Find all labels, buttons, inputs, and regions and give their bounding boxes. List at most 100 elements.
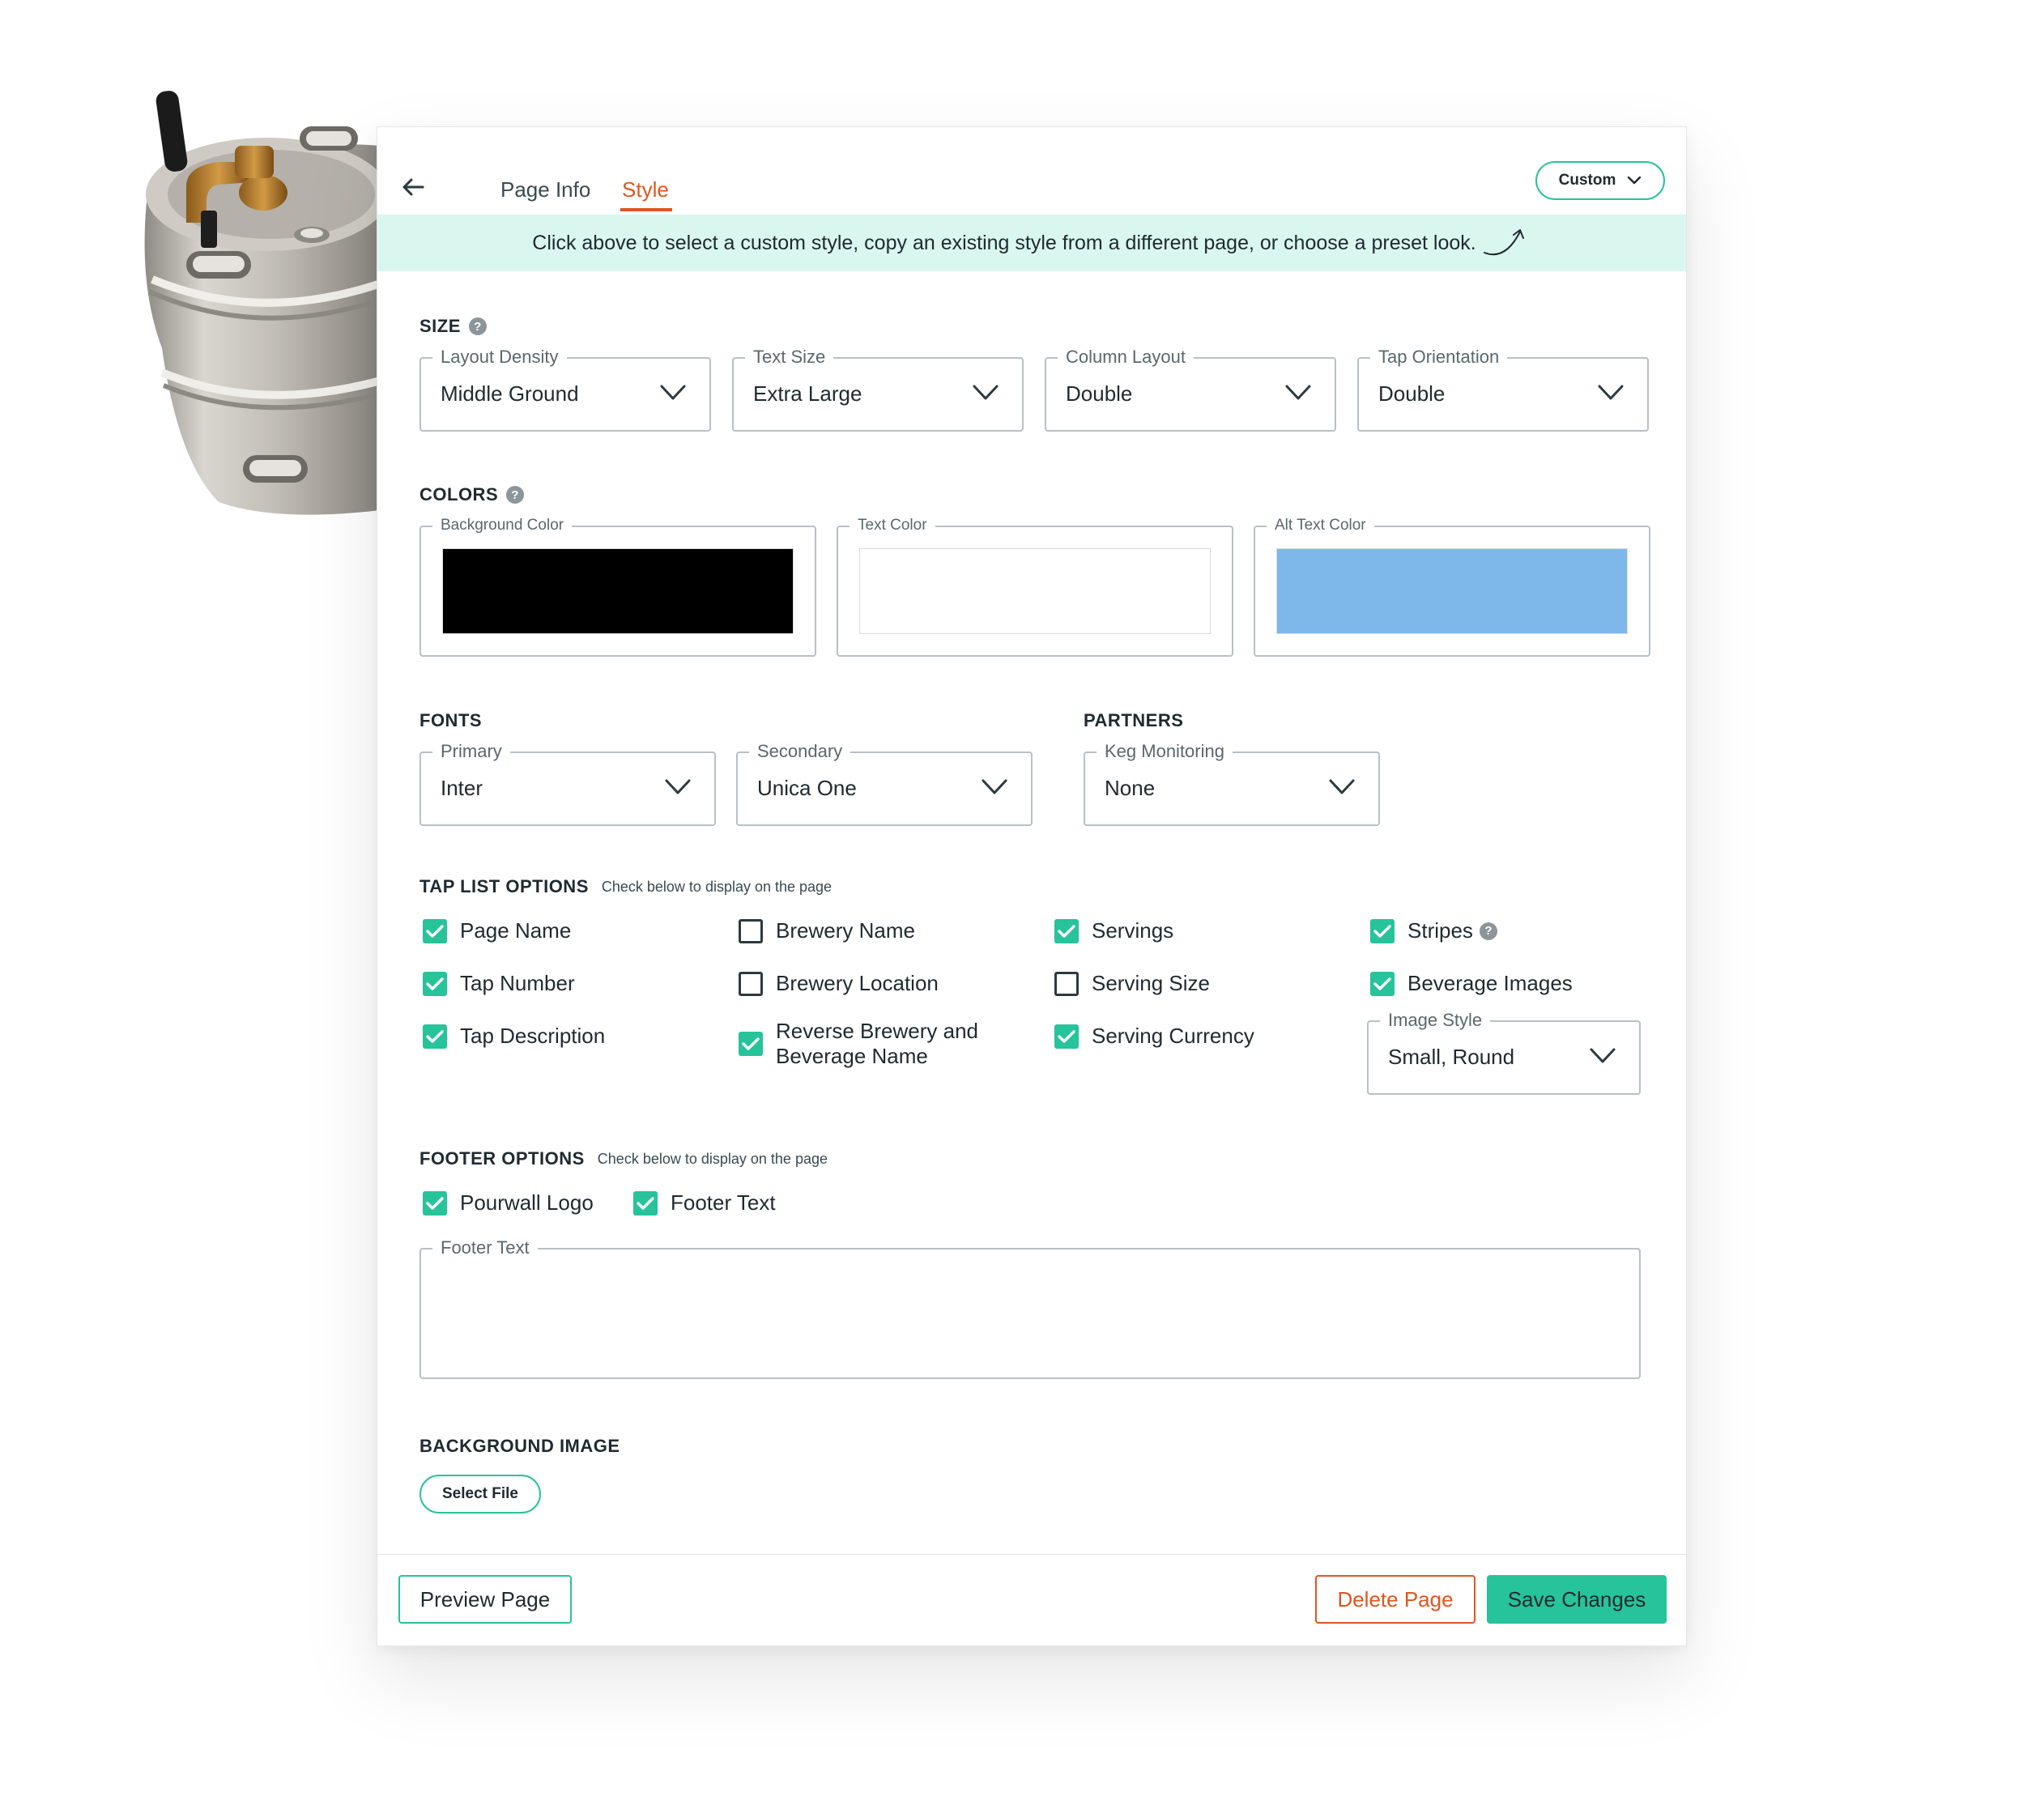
partners-section-title: PARTNERS [1084, 710, 1183, 731]
preset-style-select[interactable]: Custom [1535, 161, 1665, 200]
help-icon[interactable]: ? [1479, 922, 1497, 940]
chevron-down-icon [1590, 1048, 1616, 1063]
field-value: Inter [441, 776, 483, 800]
select-file-label: Select File [442, 1485, 518, 1502]
keg-monitoring-select[interactable]: Keg Monitoring None [1084, 740, 1380, 826]
style-hint-banner: Click above to select a custom style, co… [377, 215, 1686, 271]
checkbox[interactable] [739, 971, 763, 996]
checkbox-serving-currency[interactable]: Serving Currency [1054, 1024, 1254, 1049]
field-label: Text Color [850, 514, 935, 537]
checkbox-brewery-name[interactable]: Brewery Name [739, 918, 915, 943]
checkbox[interactable] [423, 918, 447, 943]
field-value: None [1105, 776, 1156, 800]
delete-page-label: Delete Page [1337, 1586, 1454, 1612]
secondary-font-select[interactable]: Secondary Unica One [736, 740, 1033, 826]
back-arrow-icon[interactable] [398, 172, 428, 202]
field-label: Secondary [749, 740, 851, 763]
chevron-down-icon [973, 385, 999, 400]
checkbox-brewery-location[interactable]: Brewery Location [739, 971, 939, 996]
checkbox-label: Serving Currency [1092, 1024, 1254, 1048]
active-tab-indicator [620, 208, 672, 211]
color-swatch [442, 548, 794, 634]
checkbox-label: Brewery Name [776, 918, 915, 943]
checkbox[interactable] [739, 1032, 763, 1056]
field-label: Primary [432, 740, 510, 763]
help-icon[interactable]: ? [468, 317, 487, 335]
tap-list-subtitle: Check below to display on the page [601, 878, 833, 895]
field-value: Middle Ground [441, 381, 579, 406]
checkbox[interactable] [423, 1190, 447, 1216]
select-file-button[interactable]: Select File [419, 1475, 541, 1514]
tab-page-info[interactable]: Page Info [500, 177, 590, 202]
footer-section-title: FOOTER OPTIONS Check below to display on… [419, 1148, 828, 1169]
checkbox[interactable] [633, 1190, 658, 1216]
checkbox-label-line1: Reverse Brewery and [776, 1019, 978, 1043]
field-value: Extra Large [753, 381, 862, 406]
primary-font-select[interactable]: Primary Inter [419, 740, 716, 826]
column-layout-select[interactable]: Column Layout Double [1045, 346, 1336, 432]
field-label: Image Style [1380, 1009, 1491, 1032]
checkbox-label-line2: Beverage Name [776, 1044, 928, 1068]
checkbox-page-name[interactable]: Page Name [423, 918, 571, 943]
tap-orientation-select[interactable]: Tap Orientation Double [1357, 346, 1649, 432]
tab-style[interactable]: Style [622, 177, 669, 202]
field-label: Tap Orientation [1370, 346, 1508, 368]
field-label: Keg Monitoring [1097, 740, 1233, 763]
footer-text-input[interactable]: Footer Text [419, 1237, 1641, 1379]
checkbox-serving-size[interactable]: Serving Size [1054, 971, 1210, 996]
banner-text: Click above to select a custom style, co… [532, 231, 1476, 254]
field-value: Double [1378, 381, 1446, 406]
color-swatch [859, 548, 1211, 634]
layout-density-select[interactable]: Layout Density Middle Ground [419, 346, 711, 432]
image-style-select[interactable]: Image Style Small, Round [1367, 1009, 1641, 1095]
delete-page-button[interactable]: Delete Page [1315, 1575, 1476, 1624]
checkbox-pourwall-logo[interactable]: Pourwall Logo [423, 1190, 594, 1216]
checkbox-footer-text[interactable]: Footer Text [633, 1190, 776, 1216]
help-icon[interactable]: ? [506, 486, 525, 504]
chevron-down-icon [1285, 385, 1311, 400]
checkbox-label: Serving Size [1092, 971, 1210, 995]
checkbox[interactable] [1054, 971, 1079, 996]
size-title: SIZE [419, 316, 461, 336]
preview-page-button[interactable]: Preview Page [398, 1575, 572, 1624]
field-label: Background Color [432, 514, 573, 537]
alt-text-color-picker[interactable]: Alt Text Color [1254, 514, 1650, 657]
field-label: Layout Density [432, 346, 567, 368]
background-color-picker[interactable]: Background Color [419, 514, 816, 657]
field-value: Unica One [757, 776, 857, 800]
checkbox-servings[interactable]: Servings [1054, 918, 1173, 943]
background-image-section-title: BACKGROUND IMAGE [419, 1436, 620, 1457]
checkbox[interactable] [1370, 971, 1395, 996]
checkbox[interactable] [423, 1024, 447, 1049]
checkbox[interactable] [423, 971, 447, 996]
save-changes-button[interactable]: Save Changes [1487, 1575, 1667, 1624]
checkbox[interactable] [1054, 918, 1079, 943]
checkbox-tap-number[interactable]: Tap Number [423, 971, 575, 996]
checkbox-label: Footer Text [671, 1190, 776, 1215]
text-color-picker[interactable]: Text Color [837, 514, 1233, 657]
checkbox-tap-description[interactable]: Tap Description [423, 1024, 605, 1049]
checkbox-label: Pourwall Logo [460, 1190, 594, 1215]
page-style-panel: Page Info Style Custom Click above to se… [377, 126, 1687, 1646]
chevron-down-icon [660, 385, 686, 400]
text-size-select[interactable]: Text Size Extra Large [732, 346, 1024, 432]
checkbox-stripes[interactable]: Stripes ? [1370, 918, 1497, 943]
checkbox-reverse-brewery-beverage[interactable]: Reverse Brewery and Beverage Name [739, 1019, 978, 1069]
keg-illustration [144, 91, 389, 515]
chevron-down-icon [665, 779, 691, 794]
curved-arrow-icon [1483, 229, 1524, 256]
preview-page-label: Preview Page [419, 1586, 551, 1612]
checkbox-beverage-images[interactable]: Beverage Images [1370, 971, 1573, 996]
size-section-title: SIZE ? [419, 316, 487, 337]
checkbox-label: Beverage Images [1407, 971, 1573, 995]
footer-subtitle: Check below to display on the page [597, 1150, 828, 1167]
checkbox[interactable] [739, 918, 763, 943]
footer-title: FOOTER OPTIONS [419, 1148, 585, 1169]
checkbox-label: Tap Number [460, 971, 575, 995]
checkbox[interactable] [1370, 918, 1395, 943]
tap-list-section-title: TAP LIST OPTIONS Check below to display … [419, 876, 832, 897]
checkbox-label: Page Name [460, 918, 572, 943]
checkbox[interactable] [1054, 1024, 1079, 1049]
colors-section-title: COLORS ? [419, 484, 525, 505]
checkbox-label: Servings [1092, 918, 1174, 943]
